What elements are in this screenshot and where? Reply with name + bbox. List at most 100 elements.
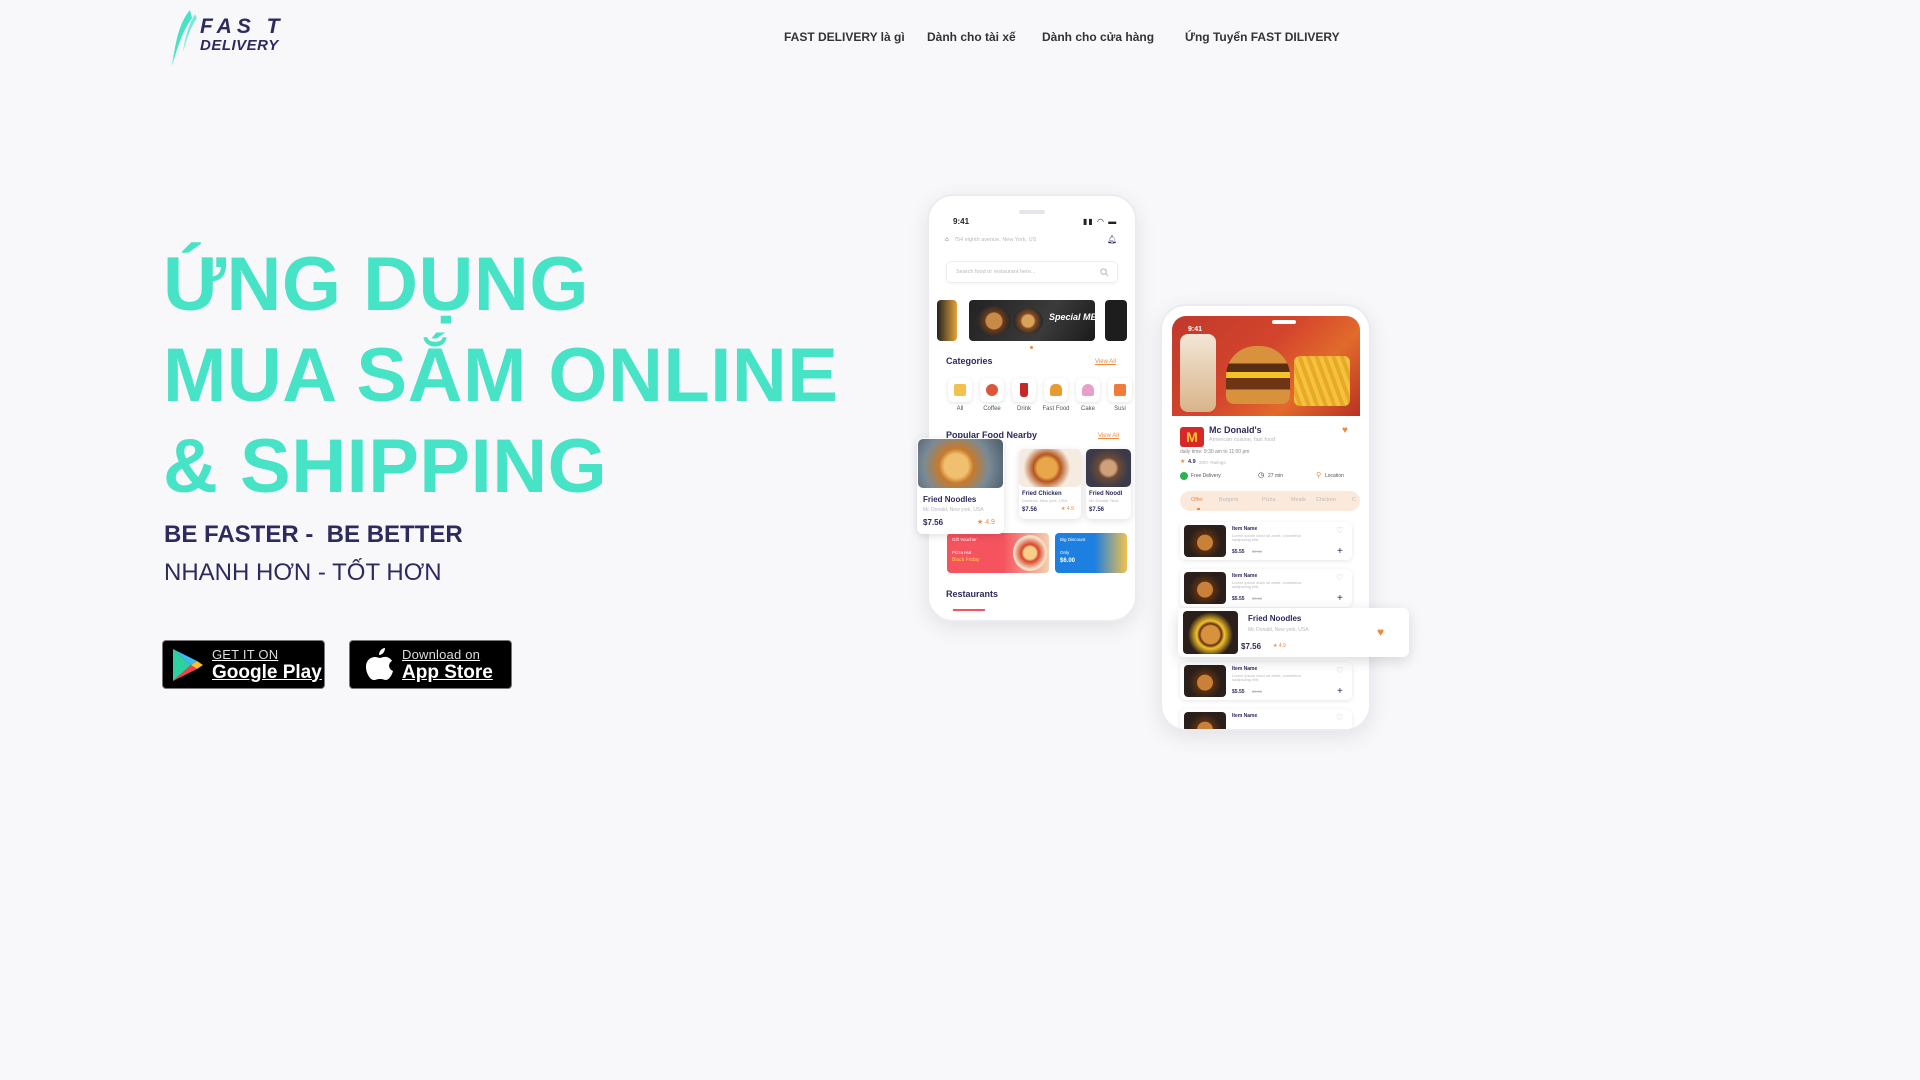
- phone-speaker: [1019, 210, 1045, 214]
- food-name: Fried Chicken: [1022, 491, 1062, 497]
- food-image: [1086, 449, 1131, 487]
- featured-food-card[interactable]: Fried Noodles Mc Donald, New york, USA $…: [917, 438, 1004, 534]
- banner-next[interactable]: [1105, 300, 1127, 341]
- bell-icon[interactable]: 🔔︎: [1107, 236, 1117, 244]
- ratings-count: 200+ Ratings: [1199, 460, 1226, 465]
- menu-list-item[interactable]: Item Name Lorem ipsum dolor sit amet, co…: [1180, 662, 1352, 700]
- restaurant-hours: daily time: 9:30 am to 11:00 pm: [1180, 449, 1250, 455]
- nav-item-about[interactable]: FAST DELIVERY là gì: [784, 30, 905, 44]
- promo-line3: Black Friday: [952, 557, 980, 563]
- category-label: Fast Food: [1042, 406, 1070, 412]
- food-card[interactable]: Fried Chicken Dominos, New york, USA $7.…: [1019, 449, 1081, 519]
- floating-food-card[interactable]: Fried Noodles Mc Donald, New york, USA $…: [1178, 608, 1409, 657]
- banner-prev[interactable]: [937, 300, 957, 341]
- item-name: Item Name: [1232, 713, 1258, 719]
- location-icon: ⌂: [945, 237, 949, 243]
- search-input[interactable]: Search food or restaurant here...: [946, 261, 1118, 283]
- category-coffee-icon[interactable]: [980, 378, 1004, 402]
- restaurant-hero-image: 9:41: [1172, 316, 1360, 416]
- add-item-icon[interactable]: +: [1337, 547, 1343, 557]
- categories-view-all[interactable]: View All: [1095, 359, 1116, 365]
- nav-item-stores[interactable]: Dành cho cửa hàng: [1042, 30, 1154, 44]
- mcdonalds-logo-icon: M: [1180, 427, 1204, 447]
- menu-list-item[interactable]: Item Name ♡: [1180, 709, 1352, 729]
- restaurant-cuisine: American cuisine, fast food: [1209, 437, 1276, 443]
- category-label: Cake: [1080, 406, 1095, 412]
- item-price: $5.55: [1232, 596, 1245, 602]
- food-name: Fried Noodl: [1089, 491, 1123, 497]
- phone-mockup-detail: 9:41 M Mc Donald's American cuisine, fas…: [1160, 304, 1371, 731]
- app-store-button[interactable]: Download on App Store: [349, 640, 512, 689]
- carousel-dot-active: [1030, 346, 1033, 349]
- tab-meals[interactable]: Meals: [1291, 497, 1306, 504]
- feature-label: Location: [1325, 473, 1344, 479]
- food-place: Mc Donald, New: [1089, 498, 1119, 503]
- menu-tabs: Offer Burgers Pizza Meals Chicken C: [1180, 491, 1360, 511]
- add-item-icon[interactable]: +: [1337, 687, 1343, 697]
- hero-title-line2: MUA SẮM ONLINE: [163, 333, 839, 418]
- apple-icon: [366, 647, 393, 680]
- promo-line1: Big Discount: [1060, 537, 1086, 542]
- hero-subtagline: NHANH HƠN - TỐT HƠN: [164, 559, 442, 586]
- tab-burgers[interactable]: Burgers: [1219, 497, 1238, 504]
- favorite-heart-icon[interactable]: ♥: [1342, 426, 1348, 436]
- promo-big-discount[interactable]: Big Discount Only $6.00: [1055, 533, 1127, 573]
- item-heart-icon[interactable]: ♡: [1336, 667, 1343, 675]
- food-rating: ★ 4.9: [977, 519, 995, 526]
- category-sushi-icon[interactable]: [1108, 378, 1132, 402]
- free-delivery-icon: [1180, 472, 1188, 480]
- food-name: Fried Noodles: [1248, 614, 1302, 623]
- nav-item-drivers[interactable]: Dành cho tài xế: [927, 30, 1016, 44]
- google-play-small-label: GET IT ON: [212, 646, 279, 662]
- item-desc: Lorem ipsum dolor sit amet, consetetur s…: [1232, 673, 1302, 682]
- food-card[interactable]: Fried Noodl Mc Donald, New $7.56: [1086, 449, 1131, 519]
- item-name: Item Name: [1232, 573, 1258, 579]
- nav-item-apply[interactable]: Ứng Tuyển FAST DILIVERY: [1185, 30, 1340, 44]
- category-drink-icon[interactable]: [1012, 378, 1036, 402]
- food-rating: ★ 4.9: [1273, 643, 1286, 649]
- promo-line2: Only: [1060, 550, 1070, 555]
- category-label: All: [956, 406, 964, 412]
- categories-title: Categories: [946, 356, 993, 366]
- google-play-button[interactable]: GET IT ON Google Play: [162, 640, 325, 689]
- phone-mockup-home: 9:41 ▮▮ ◠ ▬ ⌂ 754 eighth avenue, New Yor…: [927, 194, 1137, 622]
- food-place: Dominos, New york, USA: [1022, 498, 1068, 503]
- tab-offer[interactable]: Offer: [1191, 497, 1203, 504]
- item-old-price: $9.50: [1252, 549, 1263, 554]
- tab-pizza[interactable]: Pizza: [1262, 497, 1275, 504]
- popular-view-all[interactable]: View All: [1098, 433, 1119, 439]
- item-price: $5.55: [1232, 689, 1245, 695]
- restaurant-rating: 4.9: [1188, 459, 1196, 465]
- rating-star-icon: ★: [1180, 459, 1186, 465]
- promo-gift-voucher[interactable]: Gift Voucher Pizza Hut Black Friday: [947, 533, 1049, 573]
- category-label: Drink: [1016, 406, 1031, 412]
- tab-chicken[interactable]: Chicken: [1316, 497, 1336, 504]
- item-thumbnail: [1184, 572, 1226, 604]
- add-item-icon[interactable]: +: [1337, 594, 1343, 604]
- promo-banner[interactable]: Special MENU: [969, 300, 1095, 341]
- item-heart-icon[interactable]: ♡: [1336, 574, 1343, 582]
- menu-list-item[interactable]: Item Name Lorem ipsum dolor sit amet, co…: [1180, 522, 1352, 560]
- category-fastfood-icon[interactable]: [1044, 378, 1068, 402]
- category-all-icon[interactable]: [948, 378, 972, 402]
- feature-label: Free Delivery: [1191, 473, 1221, 479]
- category-label: Susi: [1114, 406, 1126, 412]
- pizza-image: [1013, 535, 1047, 571]
- food-price: $7.56: [1089, 507, 1105, 513]
- promo-line1: Gift Voucher: [952, 537, 977, 542]
- category-cake-icon[interactable]: [1076, 378, 1100, 402]
- item-desc: Lorem ipsum dolor sit amet, consetetur s…: [1232, 580, 1302, 589]
- favorite-heart-icon[interactable]: ♥: [1377, 626, 1384, 638]
- item-price: $5.55: [1232, 549, 1245, 555]
- food-place: Mc Donald, New york, USA: [923, 507, 984, 513]
- food-image: [1019, 449, 1081, 487]
- item-name: Item Name: [1232, 526, 1258, 532]
- item-heart-icon[interactable]: ♡: [1336, 714, 1343, 722]
- item-heart-icon[interactable]: ♡: [1336, 527, 1343, 535]
- food-image: [1183, 611, 1238, 654]
- food-rating: ★ 4.9: [1061, 506, 1074, 512]
- menu-list-item[interactable]: Item Name Lorem ipsum dolor sit amet, co…: [1180, 569, 1352, 607]
- tab-more[interactable]: C: [1352, 497, 1356, 504]
- restaurants-indicator: [953, 609, 985, 611]
- location-pin-icon: ⚲: [1316, 472, 1322, 479]
